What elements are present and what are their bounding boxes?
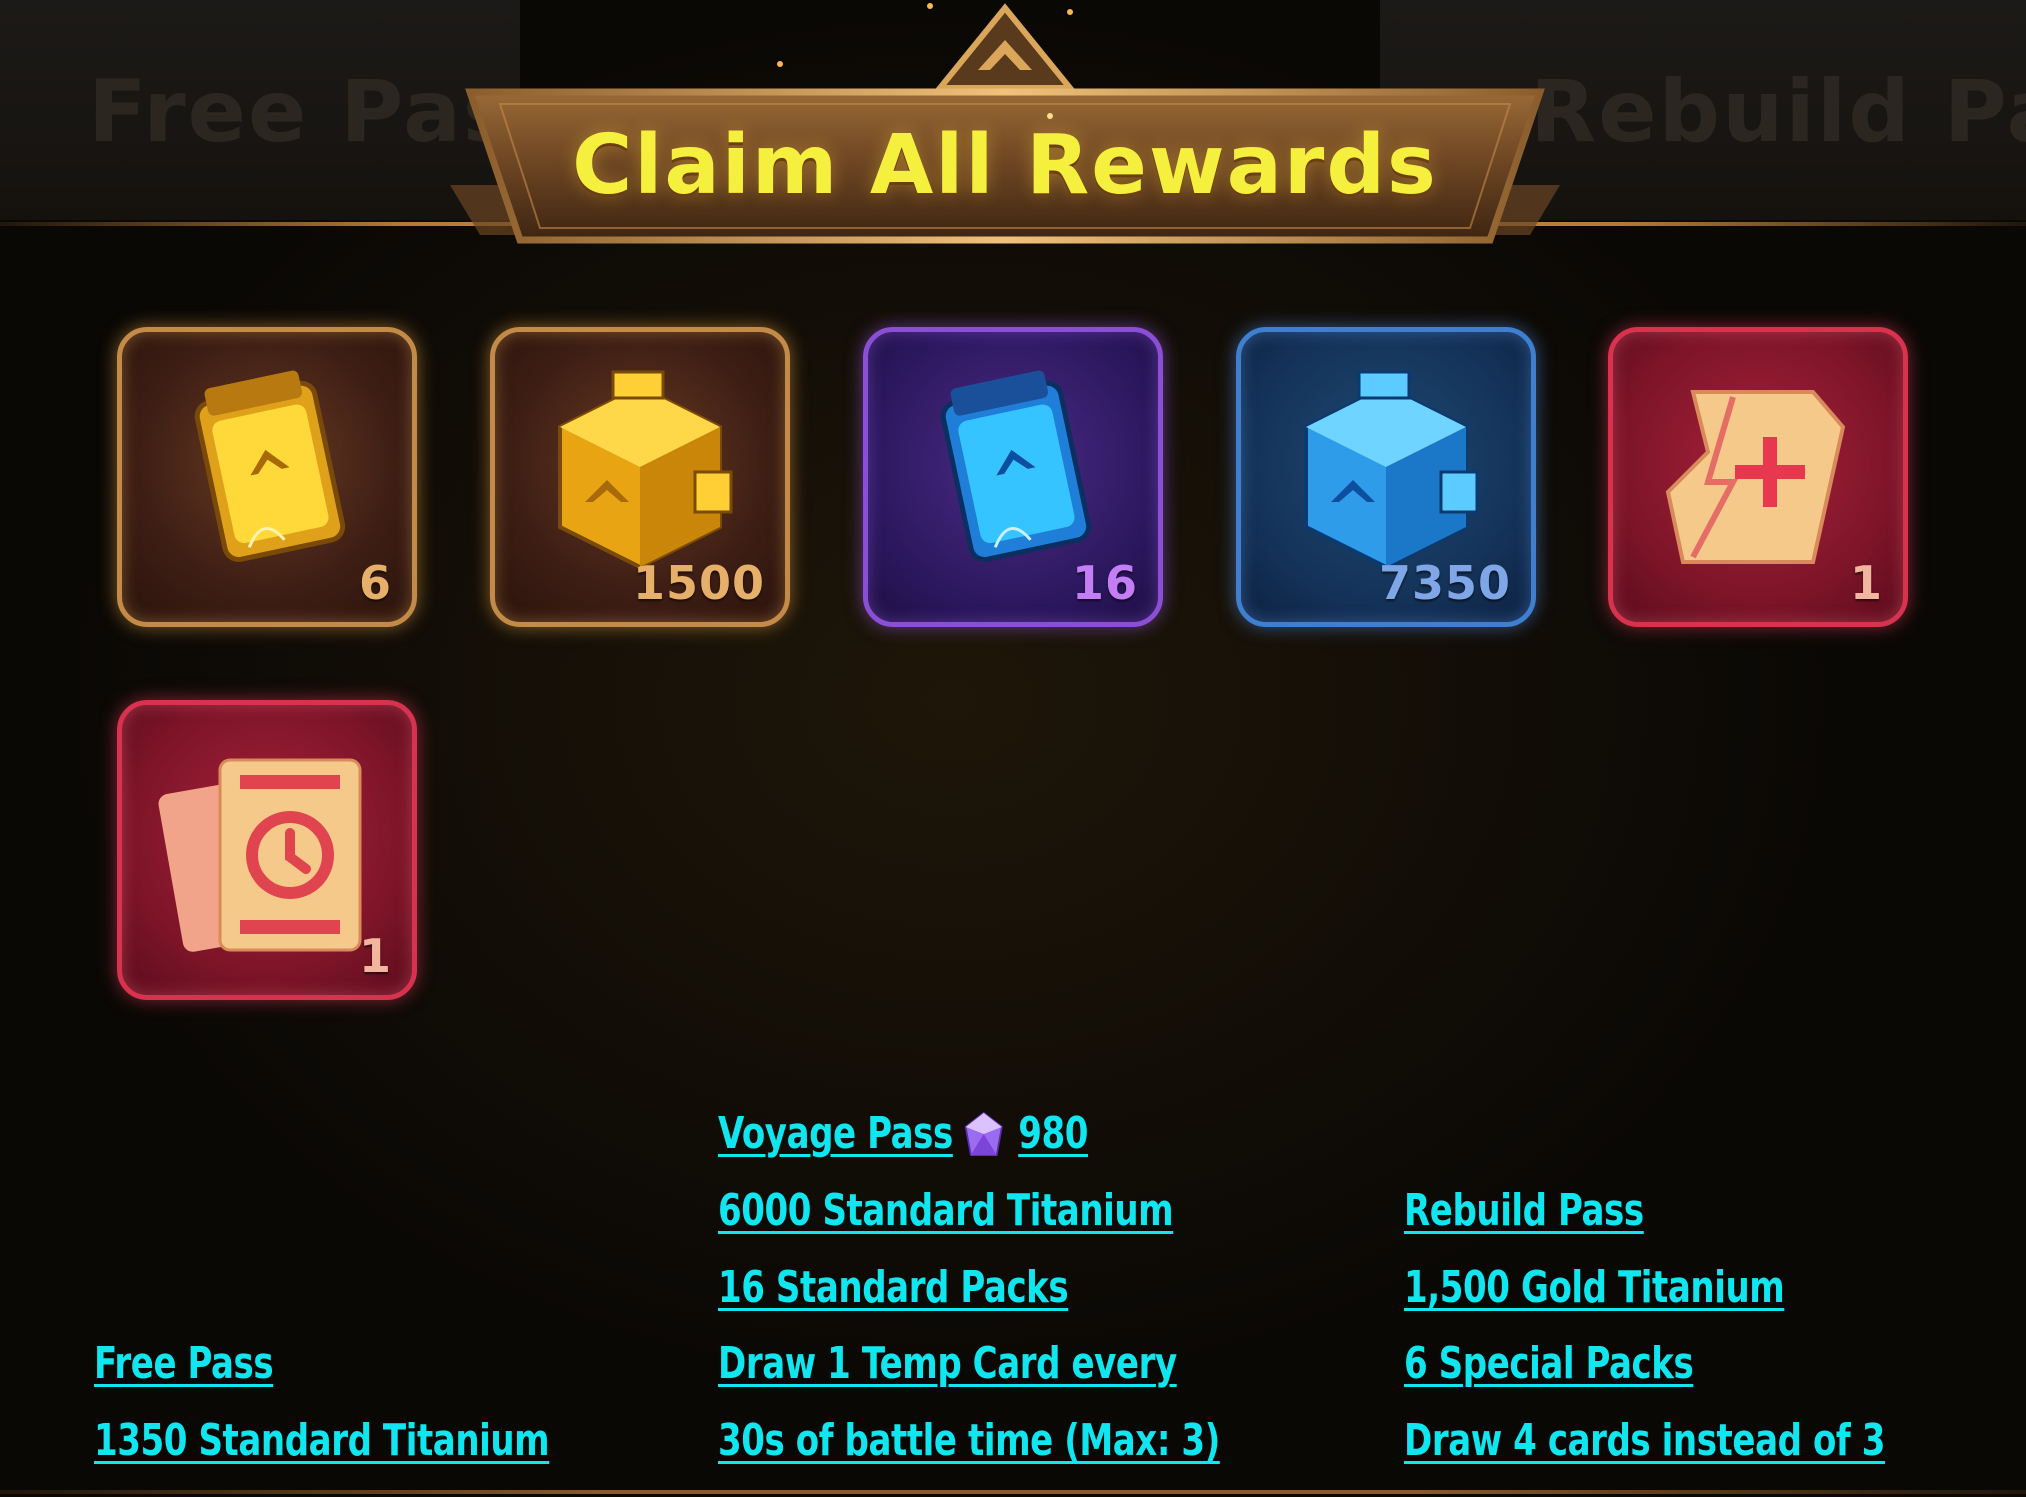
voyage-pass-price: 980 xyxy=(1018,1108,1088,1159)
reward-count: 7350 xyxy=(1378,556,1511,610)
reward-tile-gold-titanium[interactable]: 1500 xyxy=(490,327,790,627)
reward-tile-temp-card-ticket[interactable]: 1 xyxy=(117,700,417,1000)
caption-rebuild-pass-line1[interactable]: 1,500 Gold Titanium xyxy=(1404,1262,1785,1313)
caption-rebuild-pass-line3[interactable]: Draw 4 cards instead of 3 xyxy=(1404,1415,1885,1466)
caption-voyage-pass-line3[interactable]: Draw 1 Temp Card every xyxy=(718,1338,1177,1389)
banner-title: Claim All Rewards xyxy=(572,118,1438,213)
reward-count: 1500 xyxy=(632,556,765,610)
footer-divider xyxy=(0,1490,2026,1494)
caption-free-pass-line1[interactable]: 1350 Standard Titanium xyxy=(94,1415,550,1466)
reward-count: 6 xyxy=(358,556,392,610)
voyage-pass-label: Voyage Pass xyxy=(718,1108,953,1159)
caption-rebuild-pass-title[interactable]: Rebuild Pass xyxy=(1404,1185,1644,1236)
caption-rebuild-pass-line2[interactable]: 6 Special Packs xyxy=(1404,1338,1694,1389)
caption-voyage-pass-title[interactable]: Voyage Pass 980 xyxy=(718,1108,1088,1162)
caption-voyage-pass-line1[interactable]: 6000 Standard Titanium xyxy=(718,1185,1174,1236)
claim-all-banner[interactable]: Claim All Rewards xyxy=(430,0,1580,260)
caption-free-pass-title[interactable]: Free Pass xyxy=(94,1338,274,1389)
gem-icon xyxy=(964,1111,1003,1156)
reward-count: 1 xyxy=(358,929,392,983)
reward-tile-standard-titanium[interactable]: 7350 xyxy=(1236,327,1536,627)
background-tab-rebuild-pass: Rebuild Pass xyxy=(1530,62,2026,162)
reward-tile-rebuild-ticket[interactable]: 1 xyxy=(1608,327,1908,627)
reward-tile-special-pack[interactable]: 6 xyxy=(117,327,417,627)
reward-tile-standard-pack[interactable]: 16 xyxy=(863,327,1163,627)
caption-voyage-pass-line2[interactable]: 16 Standard Packs xyxy=(718,1262,1069,1313)
caption-voyage-pass-line4[interactable]: 30s of battle time (Max: 3) xyxy=(718,1415,1220,1466)
reward-count: 16 xyxy=(1071,556,1138,610)
reward-screen: Free Pass Rebuild Pass xyxy=(0,0,2026,1497)
reward-count: 1 xyxy=(1849,556,1883,610)
